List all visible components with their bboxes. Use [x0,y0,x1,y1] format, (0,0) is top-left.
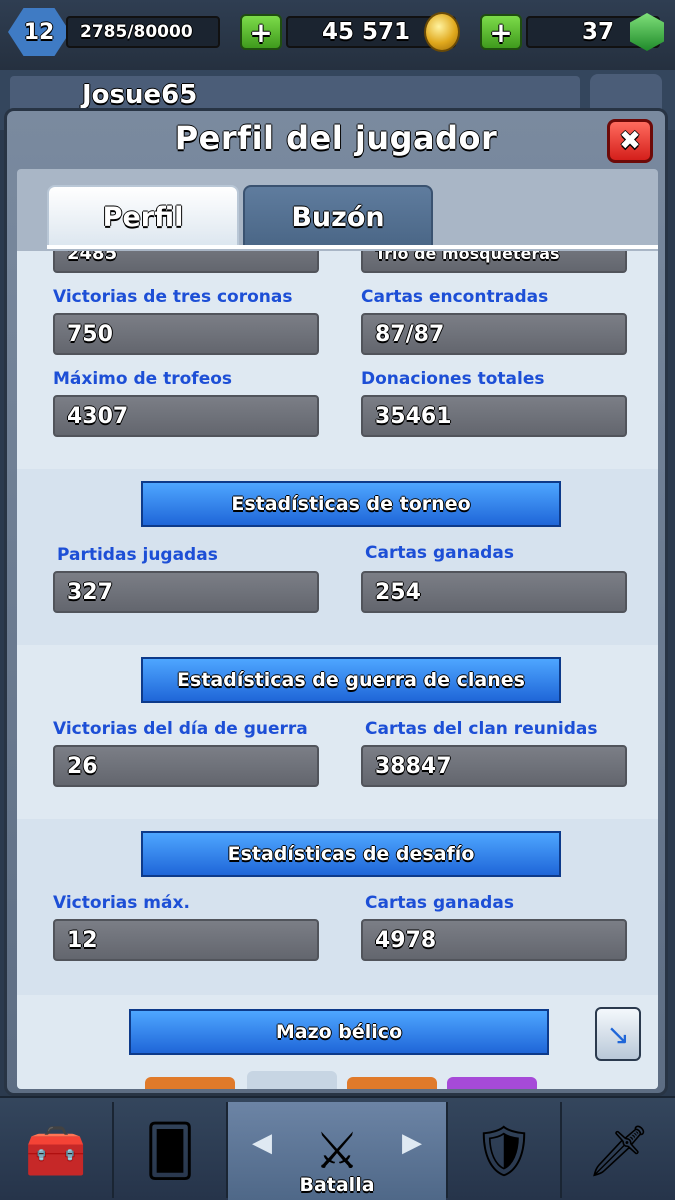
stat-label: Cartas ganadas [365,543,514,563]
nav-tournaments[interactable]: 🗡 [562,1102,675,1200]
section-heading: Mazo bélico [275,1021,403,1043]
stat-value: 35461 [361,395,627,437]
level-number: 12 [23,19,55,45]
stat-value-text: 2485 [67,251,118,264]
stat-value-text: Trio de mosqueteras [375,251,560,263]
stat-value-text: 327 [67,579,113,605]
tab-perfil[interactable]: Perfil [47,185,239,247]
stat-label: Cartas del clan reunidas [365,719,598,739]
stat-value: 4978 [361,919,627,961]
stat-value: 254 [361,571,627,613]
gold-coin-icon [424,12,460,52]
tournament-stats-section: Estadísticas de torneo Partidas jugadas … [17,469,658,645]
tab-label: Perfil [102,201,184,233]
clan-war-stats-section: Estadísticas de guerra de clanes Victori… [17,645,658,819]
stat-label: Cartas encontradas [361,287,549,307]
stat-value-text: 87/87 [375,321,445,347]
level-badge[interactable]: 12 [8,8,70,56]
war-deck-section: Mazo bélico ↘ [17,995,658,1089]
profile-scroll-area[interactable]: 2485 Trio de mosqueteras Victorias de tr… [17,251,658,1089]
stat-label: Partidas jugadas [57,545,218,565]
deck-card[interactable] [347,1077,437,1089]
plus-icon: + [249,15,273,49]
stat-value-text: 4307 [67,403,129,429]
plus-icon: + [489,15,513,49]
deck-card[interactable] [447,1077,537,1089]
laurel-sword-icon: 🗡 [586,1122,651,1180]
close-icon: ✖ [619,126,641,156]
arrow-icon: ↘ [606,1017,630,1051]
challenge-heading-ribbon: Estadísticas de desafío [141,831,561,877]
stat-value: 2485 [53,251,319,273]
section-heading: Estadísticas de guerra de clanes [177,669,525,691]
stat-value-text: 254 [375,579,421,605]
arrow-left-icon[interactable]: ◀ [252,1128,272,1158]
stat-label: Máximo de trofeos [53,369,233,389]
stat-value-text: 38847 [375,753,452,779]
clan-war-heading-ribbon: Estadísticas de guerra de clanes [141,657,561,703]
nav-clan[interactable]: 🛡 [448,1102,560,1200]
stat-label: Victorias del día de guerra [53,719,308,739]
tab-label: Buzón [291,201,385,233]
stat-value: Trio de mosqueteras [361,251,627,273]
stat-value: 4307 [53,395,319,437]
stat-value: 750 [53,313,319,355]
stat-value: 87/87 [361,313,627,355]
stat-value-text: 26 [67,753,98,779]
buy-gems-button[interactable]: + [480,14,522,50]
tournament-heading-ribbon: Estadísticas de torneo [141,481,561,527]
tab-underline [47,245,658,249]
nav-shop[interactable]: 🧰 [0,1102,112,1200]
stat-value-text: 4978 [375,927,437,953]
stat-value: 38847 [361,745,627,787]
clan-shield-icon: 🛡 [472,1122,536,1180]
stat-value: 26 [53,745,319,787]
gold-amount: 45 571 [321,19,410,45]
stat-value-text: 12 [67,927,98,953]
war-deck-heading-ribbon: Mazo bélico [129,1009,549,1055]
modal-body: Perfil Buzón 2485 Trio de mosqueteras Vi… [17,169,658,1089]
stat-value-text: 35461 [375,403,452,429]
stat-label: Victorias de tres coronas [53,287,293,307]
section-heading: Estadísticas de torneo [231,493,471,515]
nav-battle[interactable]: ◀ ⚔ ▶ Batalla [228,1102,446,1200]
crossed-swords-icon: ⚔ [314,1122,360,1180]
nav-cards[interactable]: 🂠 [114,1102,226,1200]
arrow-right-icon[interactable]: ▶ [402,1128,422,1158]
xp-text: 2785/80000 [80,22,193,42]
modal-title: Perfil del jugador [174,119,498,157]
top-bar: 12 2785/80000 + 45 571 + 37 [0,0,675,70]
deck-card[interactable] [145,1077,235,1089]
stat-value: 327 [53,571,319,613]
treasure-chest-icon: 🧰 [24,1122,88,1180]
tab-buzon[interactable]: Buzón [243,185,433,247]
stat-label: Victorias máx. [53,893,190,913]
player-profile-modal: Perfil del jugador ✖ Perfil Buzón 2485 T… [4,108,668,1096]
player-name: Josue65 [82,80,198,110]
cards-icon: 🂠 [144,1122,196,1180]
challenge-stats-section: Estadísticas de desafío Victorias máx. 1… [17,819,658,995]
gems-amount: 37 [581,19,614,45]
general-stats-section: 2485 Trio de mosqueteras Victorias de tr… [17,251,658,469]
close-button[interactable]: ✖ [607,119,653,163]
nav-battle-label: Batalla [299,1174,375,1196]
copy-deck-button[interactable]: ↘ [595,1007,641,1061]
stat-value-text: 750 [67,321,113,347]
stat-label: Donaciones totales [361,369,545,389]
stat-label: Cartas ganadas [365,893,514,913]
buy-gold-button[interactable]: + [240,14,282,50]
deck-card[interactable] [247,1071,337,1089]
bottom-navigation: 🧰 🂠 ◀ ⚔ ▶ Batalla 🛡 🗡 [0,1096,675,1200]
section-heading: Estadísticas de desafío [227,843,475,865]
stat-value: 12 [53,919,319,961]
xp-bar: 2785/80000 [66,16,220,48]
